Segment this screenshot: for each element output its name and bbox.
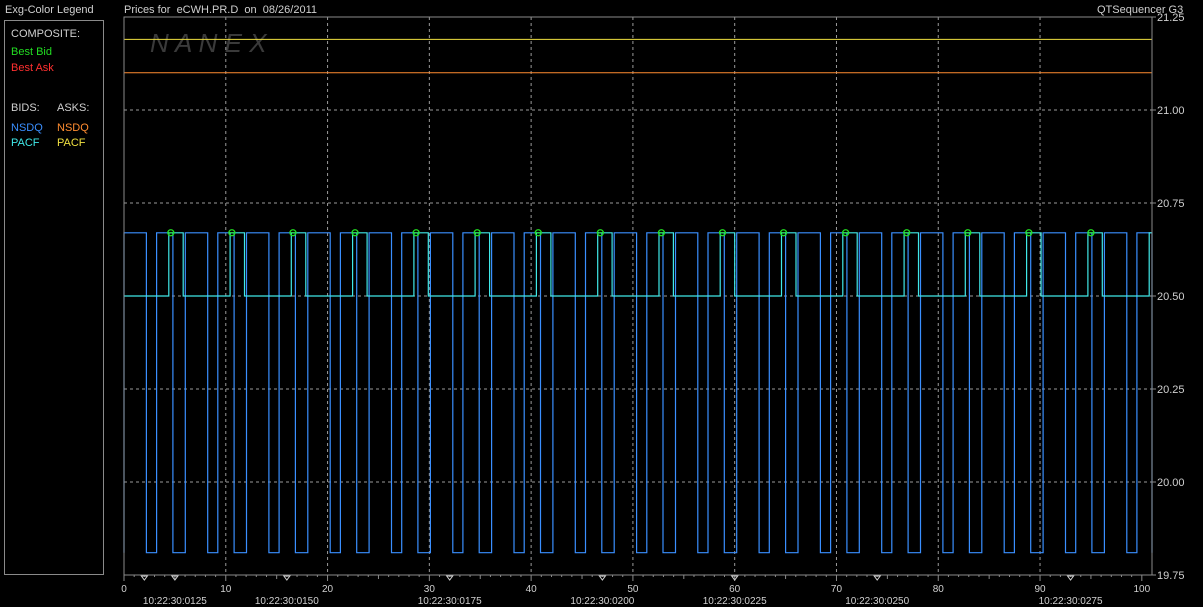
- y-tick-label: 19.75: [1157, 570, 1185, 582]
- time-label: 10:22:30:0250: [845, 596, 909, 607]
- x-tick-label: 60: [729, 584, 741, 595]
- x-tick-label: 40: [526, 584, 538, 595]
- axes: 19.75 20.00 20.25 20.50 20.75 21.00 21.25 0 10 20…: [121, 12, 1184, 607]
- x-tick-label: 20: [322, 584, 334, 595]
- x-tick-label: 80: [933, 584, 945, 595]
- x-tick-label: 70: [831, 584, 843, 595]
- series-layer: [123, 38, 1153, 554]
- x-tick-label: 0: [121, 584, 127, 595]
- x-tick-label: 90: [1034, 584, 1046, 595]
- time-label: 10:22:30:0225: [703, 596, 767, 607]
- time-label: 10:22:30:0150: [255, 596, 319, 607]
- time-label: 10:22:30:0125: [143, 596, 207, 607]
- price-chart: N A N E X 19.75 20.00 20.25 20.50 20.75 21.00…: [121, 12, 1184, 607]
- y-tick-label: 21.25: [1157, 12, 1185, 24]
- x-tick-label: 100: [1133, 584, 1150, 595]
- y-tick-label: 20.50: [1157, 291, 1185, 303]
- nanex-watermark: N A N E X: [150, 28, 268, 58]
- x-tick-label: 10: [220, 584, 232, 595]
- time-label: 10:22:30:0275: [1039, 596, 1103, 607]
- y-tick-label: 20.75: [1157, 198, 1185, 210]
- y-tick-label: 20.25: [1157, 384, 1185, 396]
- time-label: 10:22:30:0200: [570, 596, 634, 607]
- series-line-bid-nsdq: [123, 232, 1153, 554]
- time-label: 10:22:30:0175: [418, 596, 482, 607]
- series-line-bid-pacf: [124, 232, 1152, 297]
- y-tick-label: 21.00: [1157, 105, 1185, 117]
- x-tick-label: 30: [424, 584, 436, 595]
- x-tick-label: 50: [627, 584, 639, 595]
- y-tick-label: 20.00: [1157, 477, 1185, 489]
